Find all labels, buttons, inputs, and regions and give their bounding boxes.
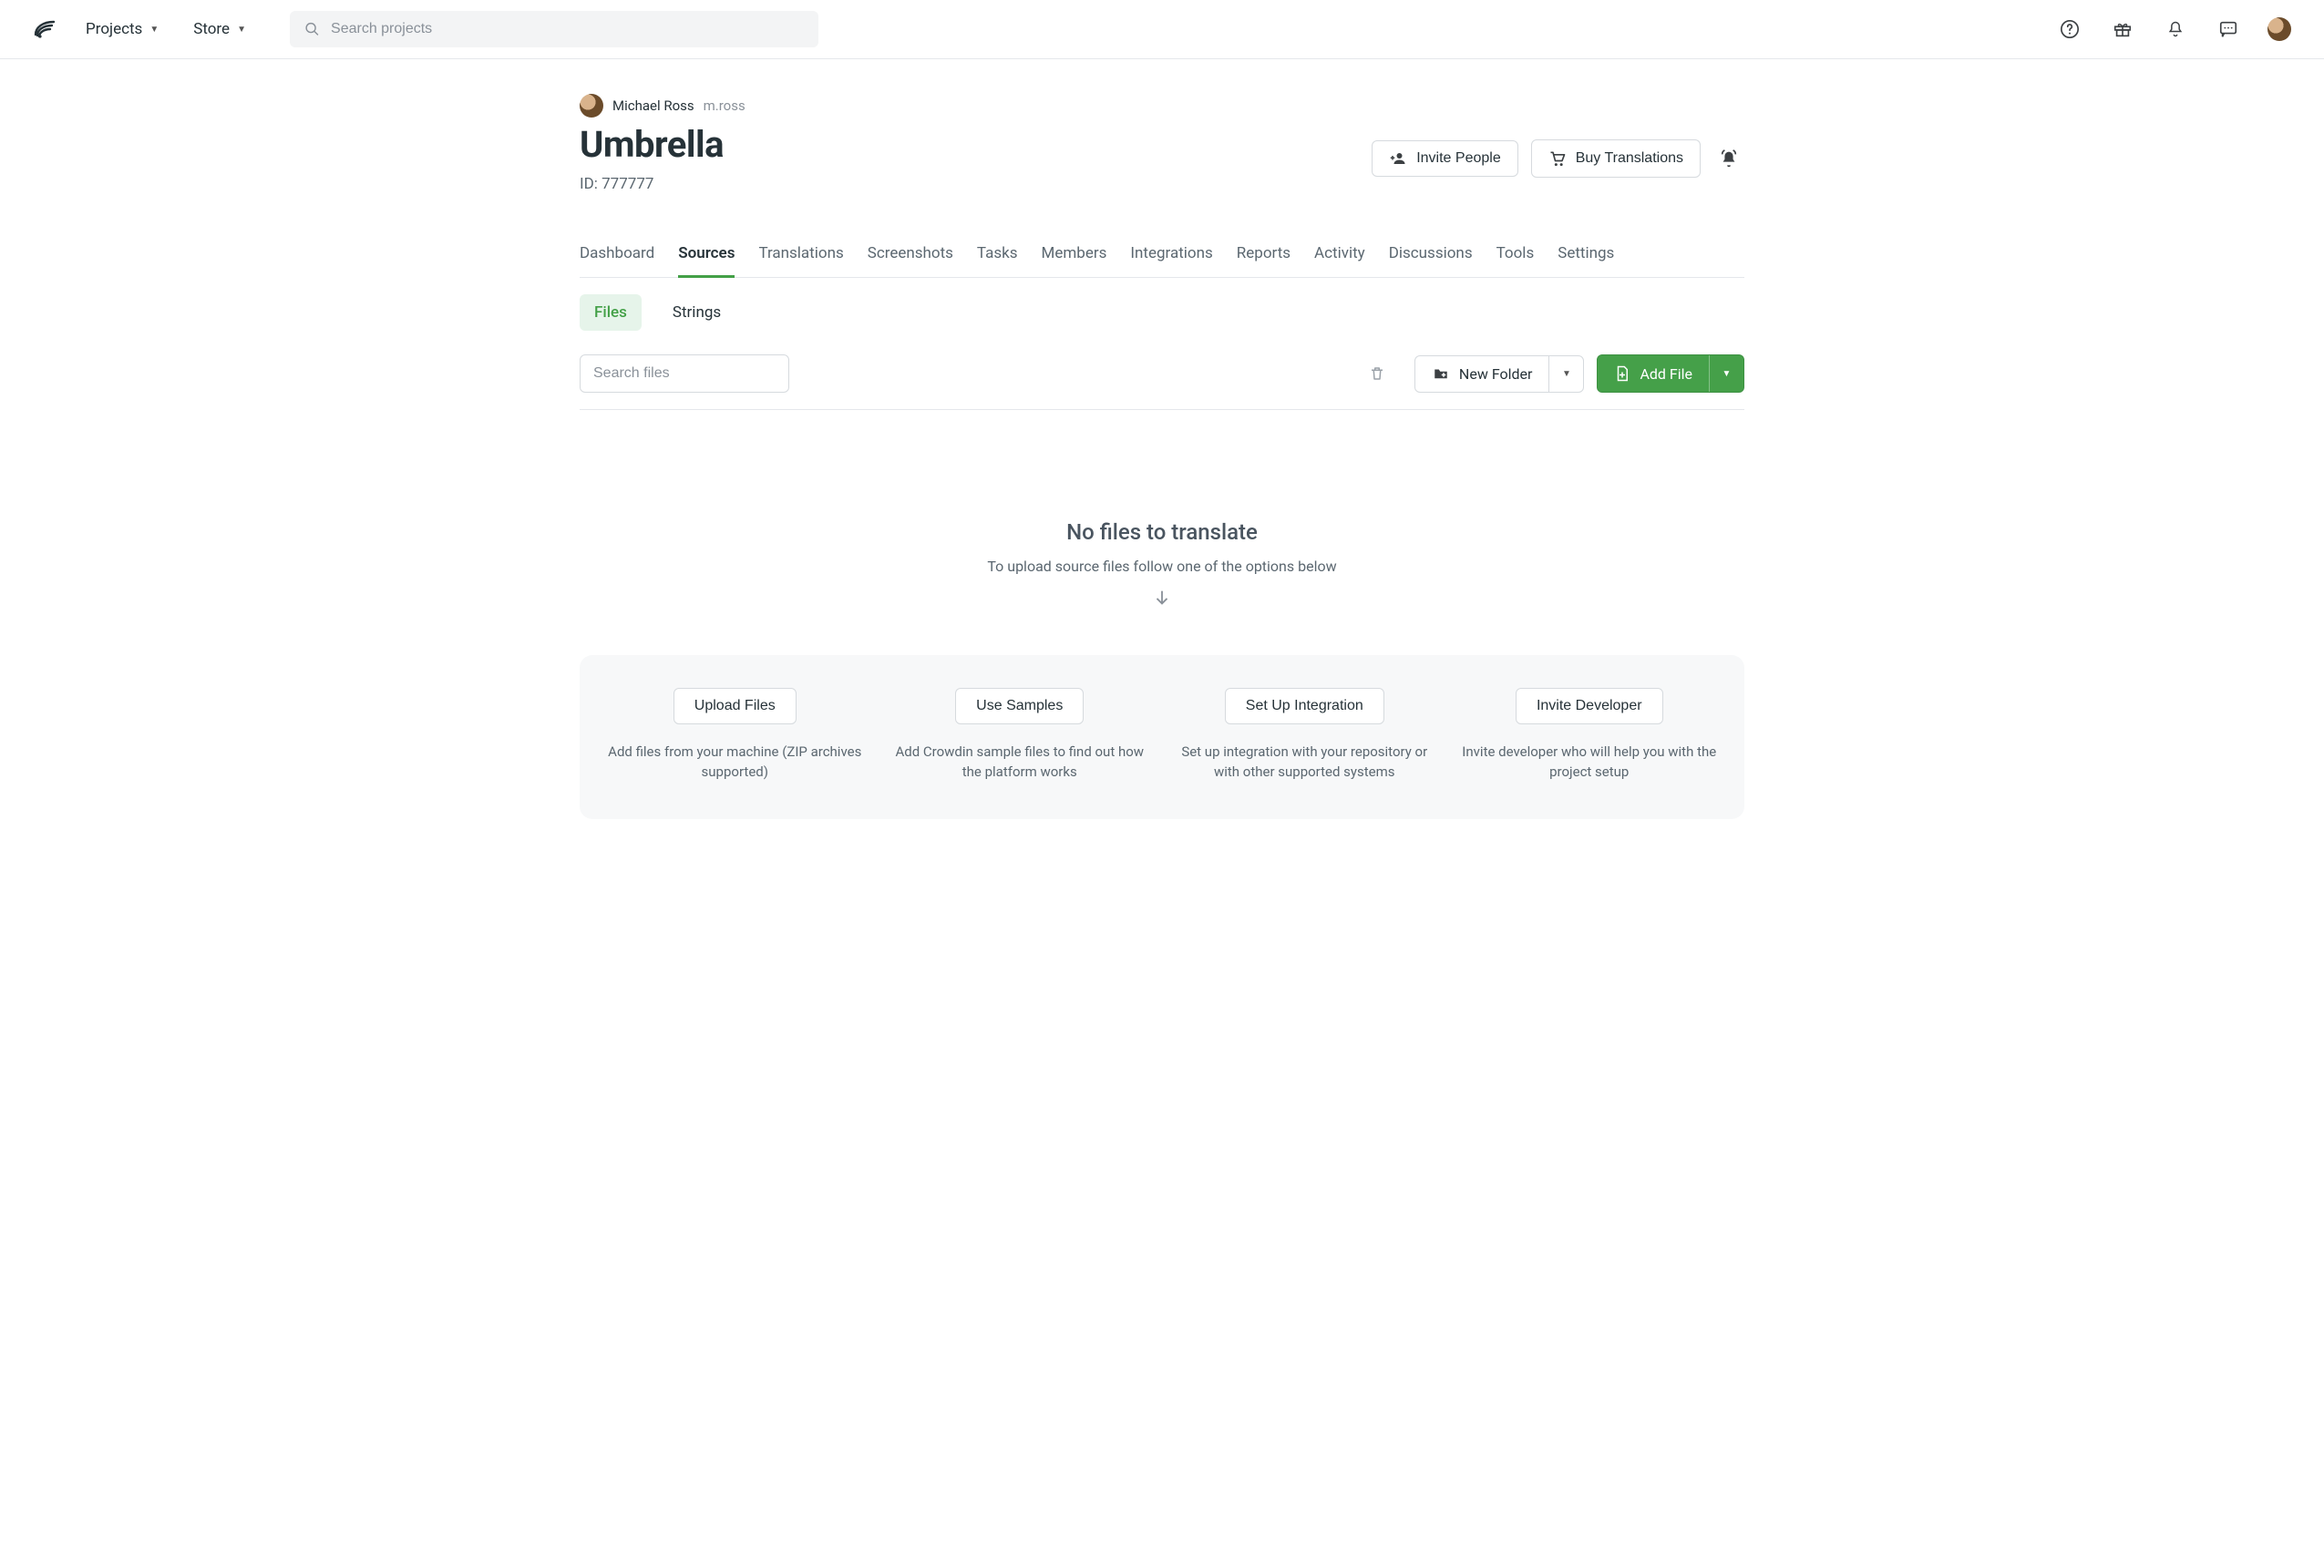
add-file-dropdown[interactable]: ▼ (1709, 355, 1743, 392)
invite-people-label: Invite People (1416, 150, 1501, 167)
nav-store[interactable]: Store ▼ (184, 13, 255, 46)
owner-row: Michael Ross m.ross (580, 94, 1744, 118)
invite-people-button[interactable]: Invite People (1372, 140, 1518, 177)
nav-store-label: Store (193, 20, 230, 38)
new-folder-button[interactable]: New Folder ▼ (1414, 355, 1585, 393)
chevron-down-icon: ▼ (1562, 369, 1571, 379)
empty-title: No files to translate (580, 519, 1744, 545)
notifications-button[interactable] (2162, 15, 2189, 43)
arrow-down-icon (580, 588, 1744, 608)
new-folder-dropdown[interactable]: ▼ (1548, 356, 1583, 392)
page-content: Michael Ross m.ross Umbrella ID: 777777 … (556, 59, 1768, 856)
title-row: Umbrella ID: 777777 Invite People (580, 123, 1744, 193)
cart-icon (1548, 149, 1567, 168)
use-samples-label: Use Samples (976, 698, 1063, 714)
add-file-main[interactable]: Add File (1598, 355, 1709, 392)
logo[interactable] (33, 16, 60, 42)
owner-name[interactable]: Michael Ross (612, 97, 694, 114)
nav-projects-label: Projects (86, 20, 142, 38)
tab-sources[interactable]: Sources (678, 233, 735, 277)
option-setup-integration: Set Up Integration Set up integration wi… (1171, 688, 1438, 783)
tab-translations[interactable]: Translations (758, 233, 843, 277)
setup-integration-button[interactable]: Set Up Integration (1225, 688, 1384, 724)
new-folder-label: New Folder (1459, 365, 1533, 383)
option-invite-developer: Invite Developer Invite developer who wi… (1456, 688, 1723, 783)
files-toolbar: New Folder ▼ Add File ▼ (580, 354, 1744, 410)
folder-add-icon (1432, 365, 1450, 382)
option-use-samples: Use Samples Add Crowdin sample files to … (887, 688, 1154, 783)
subtab-files[interactable]: Files (580, 294, 642, 331)
chevron-down-icon: ▼ (237, 25, 246, 35)
owner-handle: m.ross (704, 97, 746, 114)
tab-activity[interactable]: Activity (1314, 233, 1365, 277)
delete-button[interactable] (1363, 359, 1391, 388)
empty-state: No files to translate To upload source f… (580, 519, 1744, 608)
subtab-strings[interactable]: Strings (658, 294, 735, 331)
help-icon (2060, 19, 2080, 39)
empty-subtitle: To upload source files follow one of the… (580, 558, 1744, 575)
owner-avatar[interactable] (580, 94, 603, 118)
tab-discussions[interactable]: Discussions (1389, 233, 1473, 277)
use-samples-button[interactable]: Use Samples (955, 688, 1084, 724)
bell-ring-icon (1719, 148, 1739, 169)
tab-dashboard[interactable]: Dashboard (580, 233, 654, 277)
buy-translations-button[interactable]: Buy Translations (1531, 139, 1701, 178)
tab-settings[interactable]: Settings (1558, 233, 1614, 277)
global-search[interactable] (290, 11, 818, 47)
help-button[interactable] (2056, 15, 2083, 43)
options-panel: Upload Files Add files from your machine… (580, 655, 1744, 819)
project-notifications-button[interactable] (1713, 142, 1744, 175)
crowdin-logo-icon (34, 18, 59, 40)
new-folder-main[interactable]: New Folder (1415, 356, 1549, 392)
invite-developer-desc: Invite developer who will help you with … (1456, 743, 1723, 783)
trash-icon (1369, 364, 1385, 383)
setup-integration-label: Set Up Integration (1246, 698, 1363, 714)
global-search-input[interactable] (331, 21, 804, 37)
search-files-input[interactable] (580, 354, 789, 393)
gift-icon (2113, 19, 2133, 39)
chevron-down-icon: ▼ (149, 25, 159, 35)
file-add-icon (1614, 364, 1630, 383)
messages-button[interactable] (2215, 15, 2242, 43)
project-title: Umbrella (580, 123, 724, 166)
gift-button[interactable] (2109, 15, 2136, 43)
option-upload-files: Upload Files Add files from your machine… (602, 688, 869, 783)
tab-members[interactable]: Members (1042, 233, 1107, 277)
nav-projects[interactable]: Projects ▼ (77, 13, 168, 46)
main-tabs: Dashboard Sources Translations Screensho… (580, 233, 1744, 278)
sources-subtabs: Files Strings (580, 294, 1744, 331)
tab-reports[interactable]: Reports (1237, 233, 1291, 277)
setup-integration-desc: Set up integration with your repository … (1171, 743, 1438, 783)
project-id: ID: 777777 (580, 175, 724, 193)
search-icon (304, 21, 320, 37)
topbar: Projects ▼ Store ▼ (0, 0, 2324, 59)
upload-files-label: Upload Files (694, 698, 776, 714)
tab-screenshots[interactable]: Screenshots (868, 233, 953, 277)
upload-files-button[interactable]: Upload Files (674, 688, 797, 724)
chevron-down-icon: ▼ (1722, 369, 1732, 379)
buy-translations-label: Buy Translations (1576, 150, 1683, 167)
add-file-button[interactable]: Add File ▼ (1597, 354, 1744, 393)
title-actions: Invite People Buy Translations (1372, 139, 1744, 178)
use-samples-desc: Add Crowdin sample files to find out how… (887, 743, 1154, 783)
add-file-label: Add File (1640, 365, 1692, 383)
person-add-icon (1389, 150, 1407, 167)
upload-files-desc: Add files from your machine (ZIP archive… (602, 743, 869, 783)
tab-integrations[interactable]: Integrations (1130, 233, 1212, 277)
message-icon (2218, 19, 2238, 39)
invite-developer-label: Invite Developer (1537, 698, 1642, 714)
bell-icon (2166, 19, 2185, 39)
user-avatar[interactable] (2267, 17, 2291, 41)
tab-tools[interactable]: Tools (1496, 233, 1535, 277)
tab-tasks[interactable]: Tasks (977, 233, 1018, 277)
invite-developer-button[interactable]: Invite Developer (1516, 688, 1663, 724)
